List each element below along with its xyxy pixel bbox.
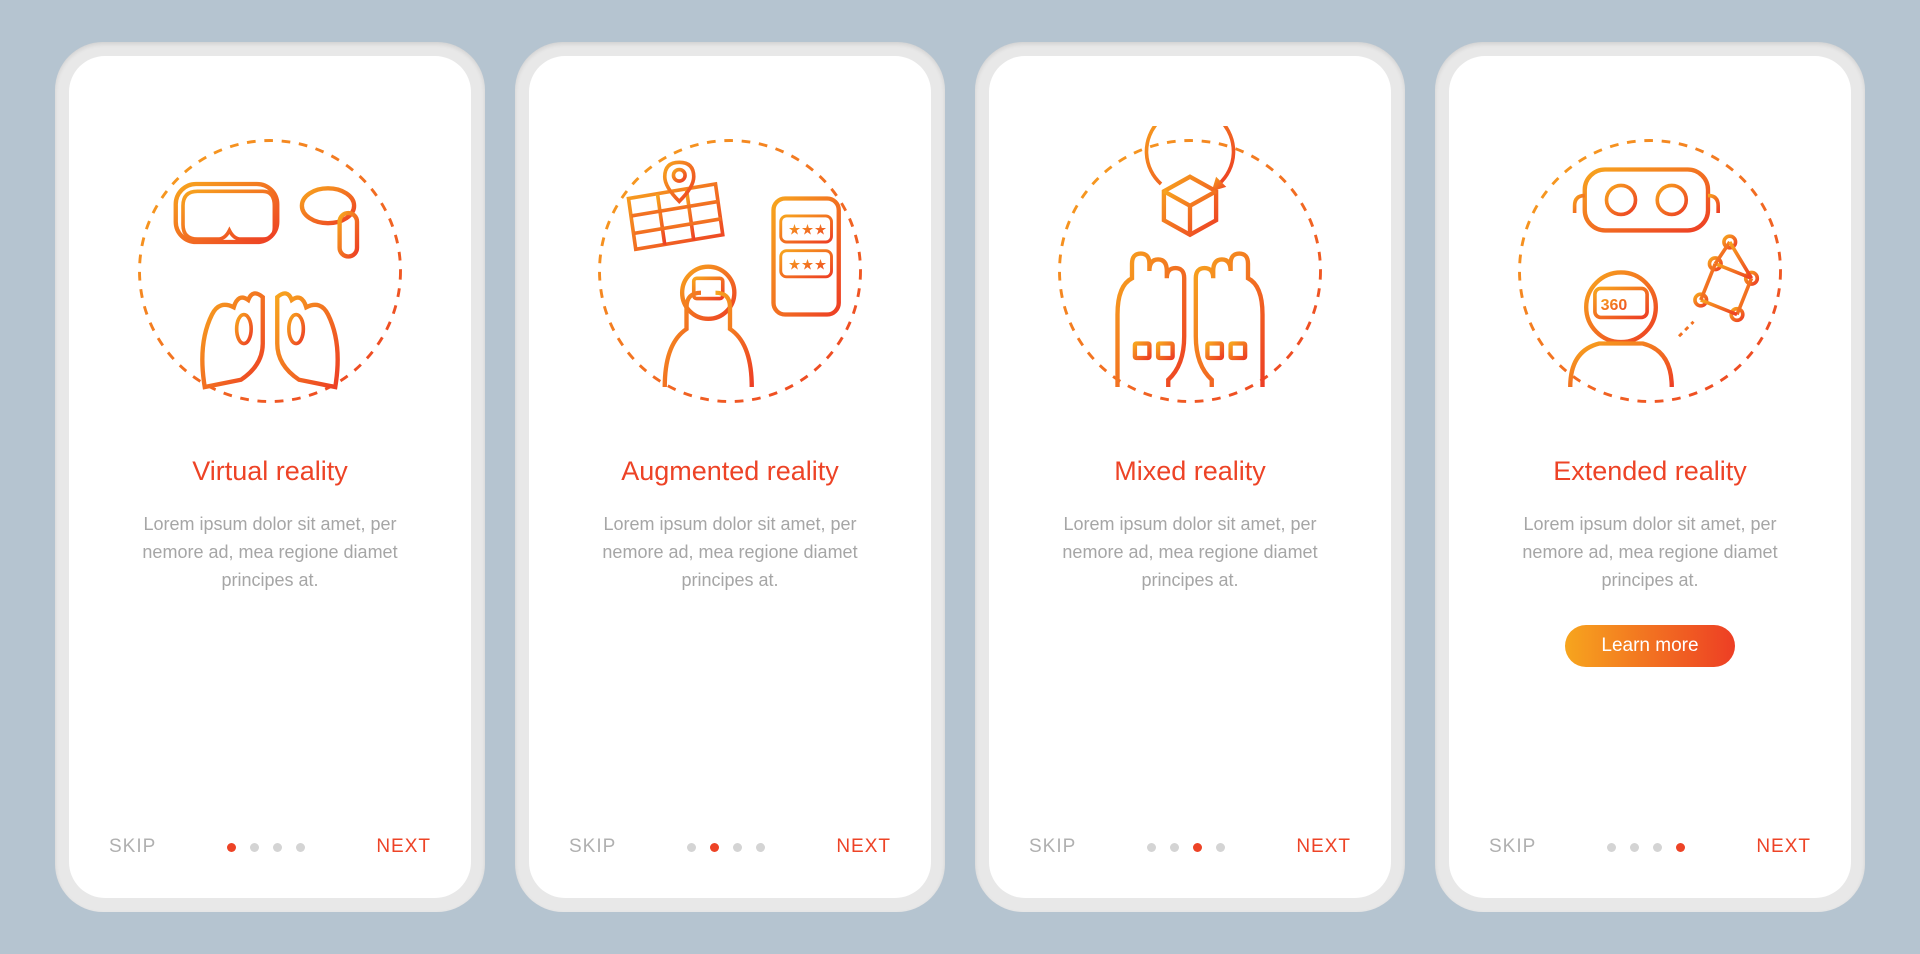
onboarding-screen-ar: ★★★ ★★★ Augmented reality Lorem ipsum do… xyxy=(529,56,931,898)
screen-description: Lorem ipsum dolor sit amet, per nemore a… xyxy=(109,511,431,595)
page-indicator xyxy=(227,843,305,852)
phone-frame: Virtual reality Lorem ipsum dolor sit am… xyxy=(55,42,485,912)
xr-person-network-icon: 360 xyxy=(1505,126,1795,416)
dot xyxy=(687,843,696,852)
vr-headset-hands-icon xyxy=(125,126,415,416)
dot xyxy=(1147,843,1156,852)
onboarding-footer: SKIP NEXT xyxy=(1489,836,1811,858)
dot xyxy=(1676,843,1685,852)
ar-phone-map-icon: ★★★ ★★★ xyxy=(585,126,875,416)
skip-button[interactable]: SKIP xyxy=(109,836,156,858)
dot xyxy=(756,843,765,852)
skip-button[interactable]: SKIP xyxy=(569,836,616,858)
phone-frame: Mixed reality Lorem ipsum dolor sit amet… xyxy=(975,42,1405,912)
dot xyxy=(1630,843,1639,852)
onboarding-footer: SKIP NEXT xyxy=(1029,836,1351,858)
next-button[interactable]: NEXT xyxy=(836,836,891,858)
screen-title: Augmented reality xyxy=(621,456,839,487)
phone-frame: ★★★ ★★★ Augmented reality Lorem ipsum do… xyxy=(515,42,945,912)
svg-text:★★★: ★★★ xyxy=(788,258,827,274)
page-indicator xyxy=(687,843,765,852)
svg-text:★★★: ★★★ xyxy=(788,223,827,239)
skip-button[interactable]: SKIP xyxy=(1029,836,1076,858)
page-indicator xyxy=(1607,843,1685,852)
screen-description: Lorem ipsum dolor sit amet, per nemore a… xyxy=(1029,511,1351,595)
next-button[interactable]: NEXT xyxy=(376,836,431,858)
dot xyxy=(296,843,305,852)
onboarding-footer: SKIP NEXT xyxy=(569,836,891,858)
screen-title: Extended reality xyxy=(1553,456,1747,487)
dot xyxy=(1170,843,1179,852)
dot xyxy=(1216,843,1225,852)
dot xyxy=(273,843,282,852)
dot xyxy=(1607,843,1616,852)
dot xyxy=(1653,843,1662,852)
dot xyxy=(1193,843,1202,852)
skip-button[interactable]: SKIP xyxy=(1489,836,1536,858)
onboarding-screen-xr: 360 Extended reali xyxy=(1449,56,1851,898)
dot xyxy=(733,843,742,852)
onboarding-footer: SKIP NEXT xyxy=(109,836,431,858)
dot xyxy=(227,843,236,852)
screen-title: Mixed reality xyxy=(1114,456,1266,487)
screen-description: Lorem ipsum dolor sit amet, per nemore a… xyxy=(569,511,891,595)
mr-gloves-cube-icon xyxy=(1045,126,1335,416)
next-button[interactable]: NEXT xyxy=(1756,836,1811,858)
dot xyxy=(710,843,719,852)
page-indicator xyxy=(1147,843,1225,852)
learn-more-button[interactable]: Learn more xyxy=(1565,625,1734,667)
phone-frame: 360 Extended reali xyxy=(1435,42,1865,912)
onboarding-screen-mr: Mixed reality Lorem ipsum dolor sit amet… xyxy=(989,56,1391,898)
onboarding-screen-vr: Virtual reality Lorem ipsum dolor sit am… xyxy=(69,56,471,898)
screen-title: Virtual reality xyxy=(192,456,348,487)
svg-text:360: 360 xyxy=(1601,297,1628,314)
next-button[interactable]: NEXT xyxy=(1296,836,1351,858)
dot xyxy=(250,843,259,852)
screen-description: Lorem ipsum dolor sit amet, per nemore a… xyxy=(1489,511,1811,595)
